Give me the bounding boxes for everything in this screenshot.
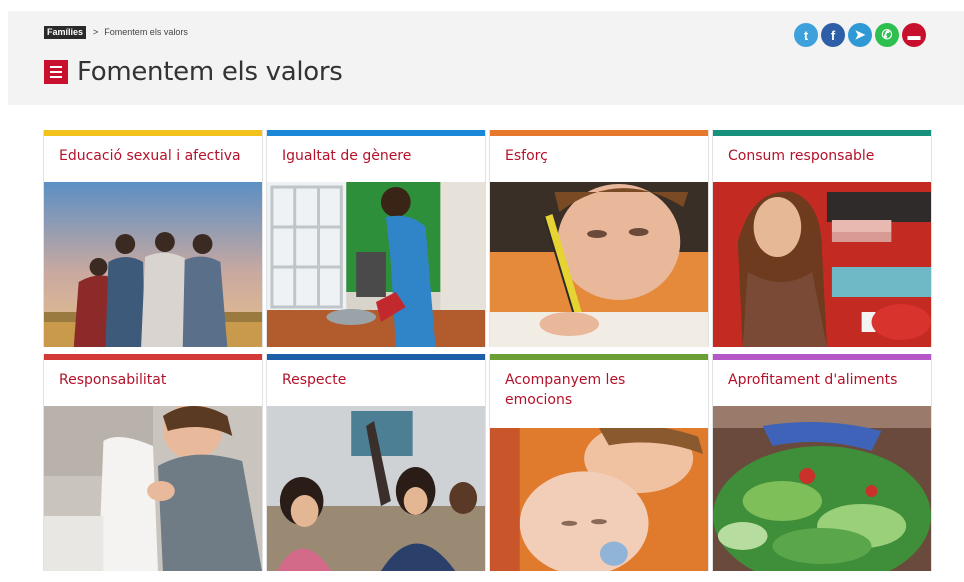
telegram-icon[interactable]: ➤ [848, 23, 872, 47]
card-title: Aprofitament d'aliments [728, 372, 898, 388]
card-photo [490, 428, 708, 571]
breadcrumb-current: Fomentem els valors [104, 27, 188, 37]
card-photo [490, 182, 708, 347]
card-acompanyem-emocions[interactable]: Acompanyem les emocions [489, 354, 709, 571]
card-respecte[interactable]: Respecte [266, 354, 486, 571]
breadcrumb: Famílies > Fomentem els valors [44, 25, 188, 39]
card-igualtat-genere[interactable]: Igualtat de gènere [266, 130, 486, 347]
twitter-icon[interactable]: t [794, 23, 818, 47]
card-esforc[interactable]: Esforç [489, 130, 709, 347]
card-title: Respecte [282, 372, 347, 388]
menu-icon[interactable] [44, 60, 68, 84]
facebook-icon[interactable]: f [821, 23, 845, 47]
breadcrumb-separator: > [93, 27, 99, 37]
share-buttons: t f ➤ ✆ ▬ [794, 23, 926, 47]
card-title: Acompanyem les emocions [505, 372, 626, 408]
values-grid: Educació sexual i afectiva Igualtat de g… [43, 130, 932, 571]
card-photo [44, 182, 262, 347]
card-responsabilitat[interactable]: Responsabilitat [43, 354, 263, 571]
card-consum-responsable[interactable]: Consum responsable [712, 130, 932, 347]
print-icon[interactable]: ▬ [902, 23, 926, 47]
card-photo [267, 406, 485, 571]
card-title: Esforç [505, 148, 548, 164]
page-title: Fomentem els valors [77, 57, 343, 87]
card-title: Consum responsable [728, 148, 875, 164]
page-header: Famílies > Fomentem els valors Fomentem … [8, 11, 964, 105]
card-title: Educació sexual i afectiva [59, 148, 241, 164]
card-photo [713, 406, 931, 571]
card-aprofitament-aliments[interactable]: Aprofitament d'aliments [712, 354, 932, 571]
card-title: Responsabilitat [59, 372, 167, 388]
title-row: Fomentem els valors [44, 56, 343, 88]
card-educacio-sexual[interactable]: Educació sexual i afectiva [43, 130, 263, 347]
card-photo [267, 182, 485, 347]
breadcrumb-home-link[interactable]: Famílies [44, 25, 87, 39]
card-photo [713, 182, 931, 347]
card-title: Igualtat de gènere [282, 148, 412, 164]
card-photo [44, 406, 262, 571]
whatsapp-icon[interactable]: ✆ [875, 23, 899, 47]
